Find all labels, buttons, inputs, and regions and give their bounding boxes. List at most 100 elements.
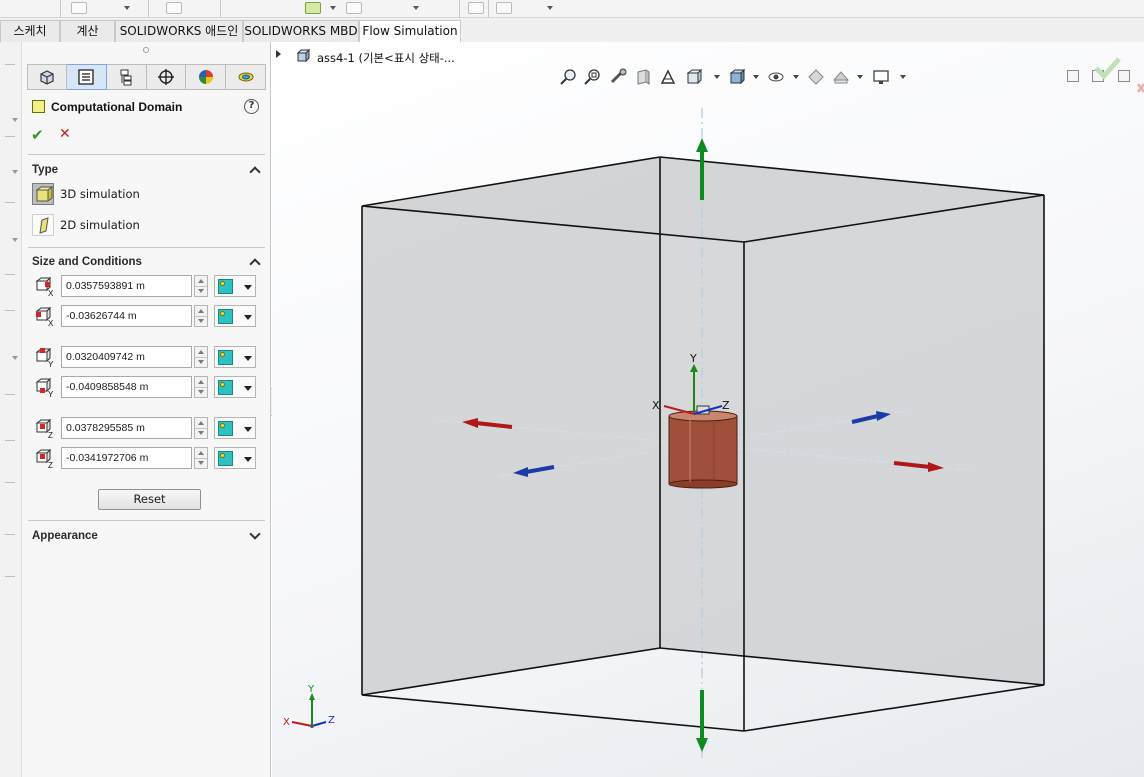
strip-item[interactable] bbox=[5, 440, 15, 441]
settings-tool-icon[interactable] bbox=[496, 2, 512, 14]
dynamic-annotation-icon[interactable] bbox=[659, 68, 677, 86]
tab-flow-simulation[interactable]: Flow Simulation bbox=[359, 20, 461, 43]
strip-item[interactable] bbox=[5, 64, 15, 65]
chevron-down-icon[interactable] bbox=[244, 386, 252, 391]
zoom-to-area-icon[interactable] bbox=[583, 68, 601, 86]
sketch-tool-icon[interactable] bbox=[71, 2, 87, 14]
display-style-icon[interactable] bbox=[728, 68, 746, 86]
reset-button[interactable]: Reset bbox=[98, 489, 201, 510]
strip-item[interactable] bbox=[5, 394, 15, 395]
cancel-button[interactable]: ✕ bbox=[59, 126, 71, 142]
step-up-icon[interactable] bbox=[198, 350, 204, 354]
value-stepper[interactable] bbox=[194, 376, 208, 398]
domain-x-min-input[interactable]: -0.03626744 m bbox=[61, 305, 192, 327]
step-down-icon[interactable] bbox=[198, 431, 204, 435]
dependency-dropdown[interactable] bbox=[214, 417, 256, 439]
chevron-down-icon[interactable] bbox=[124, 6, 130, 10]
radio-3d-simulation[interactable]: 3D simulation bbox=[32, 183, 232, 205]
value-stepper[interactable] bbox=[194, 417, 208, 439]
confirm-corner-check-icon[interactable] bbox=[1092, 52, 1122, 82]
strip-item[interactable] bbox=[5, 576, 15, 577]
tab-evaluate[interactable]: 계산 bbox=[60, 20, 115, 42]
cancel-corner-mark-icon[interactable] bbox=[1136, 82, 1144, 112]
chevron-down-icon[interactable] bbox=[244, 457, 252, 462]
domain-z-max-input[interactable]: 0.0378295585 m bbox=[61, 417, 192, 439]
restore-window-button[interactable] bbox=[1067, 70, 1079, 82]
hide-show-items-icon[interactable] bbox=[767, 68, 785, 86]
chevron-down-icon[interactable] bbox=[753, 75, 759, 79]
step-down-icon[interactable] bbox=[198, 360, 204, 364]
chevron-down-icon[interactable] bbox=[857, 75, 863, 79]
dimxpert-manager-tab[interactable] bbox=[146, 64, 187, 90]
tab-sketch[interactable]: 스케치 bbox=[0, 20, 60, 42]
display-manager-tab[interactable] bbox=[186, 64, 227, 90]
chevron-down-icon[interactable] bbox=[12, 238, 18, 242]
strip-item[interactable] bbox=[5, 310, 15, 311]
strip-item[interactable] bbox=[5, 202, 15, 203]
strip-item[interactable] bbox=[5, 136, 15, 137]
collapse-type-chevron-icon[interactable] bbox=[249, 166, 261, 178]
chevron-down-icon[interactable] bbox=[547, 6, 553, 10]
document-tool-icon[interactable] bbox=[468, 2, 484, 14]
property-manager-tab[interactable] bbox=[66, 64, 107, 90]
expand-appearance-chevron-icon[interactable] bbox=[249, 528, 261, 540]
step-down-icon[interactable] bbox=[198, 461, 204, 465]
table-tool-icon[interactable] bbox=[166, 2, 182, 14]
view-orientation-icon[interactable] bbox=[685, 68, 703, 86]
chart-tool-icon[interactable] bbox=[305, 2, 321, 14]
feature-manager-tab[interactable] bbox=[27, 64, 67, 90]
step-up-icon[interactable] bbox=[198, 421, 204, 425]
strip-item[interactable] bbox=[5, 274, 15, 275]
assembly-tree-label[interactable]: ass4-1 (기본<표시 상태-... bbox=[317, 50, 455, 66]
tab-solidworks-mbd[interactable]: SOLIDWORKS MBD bbox=[243, 20, 359, 42]
chevron-down-icon[interactable] bbox=[793, 75, 799, 79]
chevron-down-icon[interactable] bbox=[12, 356, 18, 360]
panel-grip-handle[interactable] bbox=[143, 47, 149, 53]
cylinder-model[interactable] bbox=[668, 405, 738, 489]
value-stepper[interactable] bbox=[194, 346, 208, 368]
dependency-dropdown[interactable] bbox=[214, 346, 256, 368]
chevron-down-icon[interactable] bbox=[244, 356, 252, 361]
help-button[interactable]: ? bbox=[244, 99, 259, 114]
strip-item[interactable] bbox=[5, 534, 15, 535]
flow-simulation-tab[interactable] bbox=[226, 64, 266, 90]
previous-view-icon[interactable] bbox=[609, 68, 627, 86]
domain-y-min-input[interactable]: -0.0409858548 m bbox=[61, 376, 192, 398]
tree-expand-arrow-icon[interactable] bbox=[276, 50, 281, 58]
chevron-down-icon[interactable] bbox=[244, 315, 252, 320]
value-stepper[interactable] bbox=[194, 275, 208, 297]
apply-scene-icon[interactable] bbox=[832, 68, 850, 86]
layout-tool-icon[interactable] bbox=[346, 2, 362, 14]
collapse-size-chevron-icon[interactable] bbox=[249, 258, 261, 270]
radio-2d-simulation[interactable]: 2D simulation bbox=[32, 214, 232, 236]
view-settings-icon[interactable] bbox=[872, 68, 890, 86]
ok-button[interactable]: ✔ bbox=[31, 126, 44, 144]
zoom-to-fit-icon[interactable] bbox=[559, 68, 577, 86]
dependency-dropdown[interactable] bbox=[214, 376, 256, 398]
dependency-dropdown[interactable] bbox=[214, 305, 256, 327]
step-up-icon[interactable] bbox=[198, 380, 204, 384]
chevron-down-icon[interactable] bbox=[714, 75, 720, 79]
configuration-manager-tab[interactable] bbox=[106, 64, 147, 90]
step-down-icon[interactable] bbox=[198, 289, 204, 293]
domain-y-max-input[interactable]: 0.0320409742 m bbox=[61, 346, 192, 368]
dependency-dropdown[interactable] bbox=[214, 447, 256, 469]
edit-appearance-icon[interactable] bbox=[807, 68, 825, 86]
chevron-down-icon[interactable] bbox=[413, 6, 419, 10]
step-down-icon[interactable] bbox=[198, 390, 204, 394]
strip-item[interactable] bbox=[5, 482, 15, 483]
value-stepper[interactable] bbox=[194, 447, 208, 469]
chevron-down-icon[interactable] bbox=[900, 75, 906, 79]
step-up-icon[interactable] bbox=[198, 279, 204, 283]
chevron-down-icon[interactable] bbox=[244, 285, 252, 290]
dependency-dropdown[interactable] bbox=[214, 275, 256, 297]
tab-solidworks-addins[interactable]: SOLIDWORKS 애드인 bbox=[115, 20, 243, 42]
domain-x-max-input[interactable]: 0.0357593891 m bbox=[61, 275, 192, 297]
section-view-icon[interactable] bbox=[634, 68, 652, 86]
chevron-down-icon[interactable] bbox=[330, 6, 336, 10]
value-stepper[interactable] bbox=[194, 305, 208, 327]
step-up-icon[interactable] bbox=[198, 451, 204, 455]
step-down-icon[interactable] bbox=[198, 319, 204, 323]
chevron-down-icon[interactable] bbox=[12, 118, 18, 122]
graphics-area[interactable]: Y X Z Y X Z bbox=[272, 42, 1144, 777]
